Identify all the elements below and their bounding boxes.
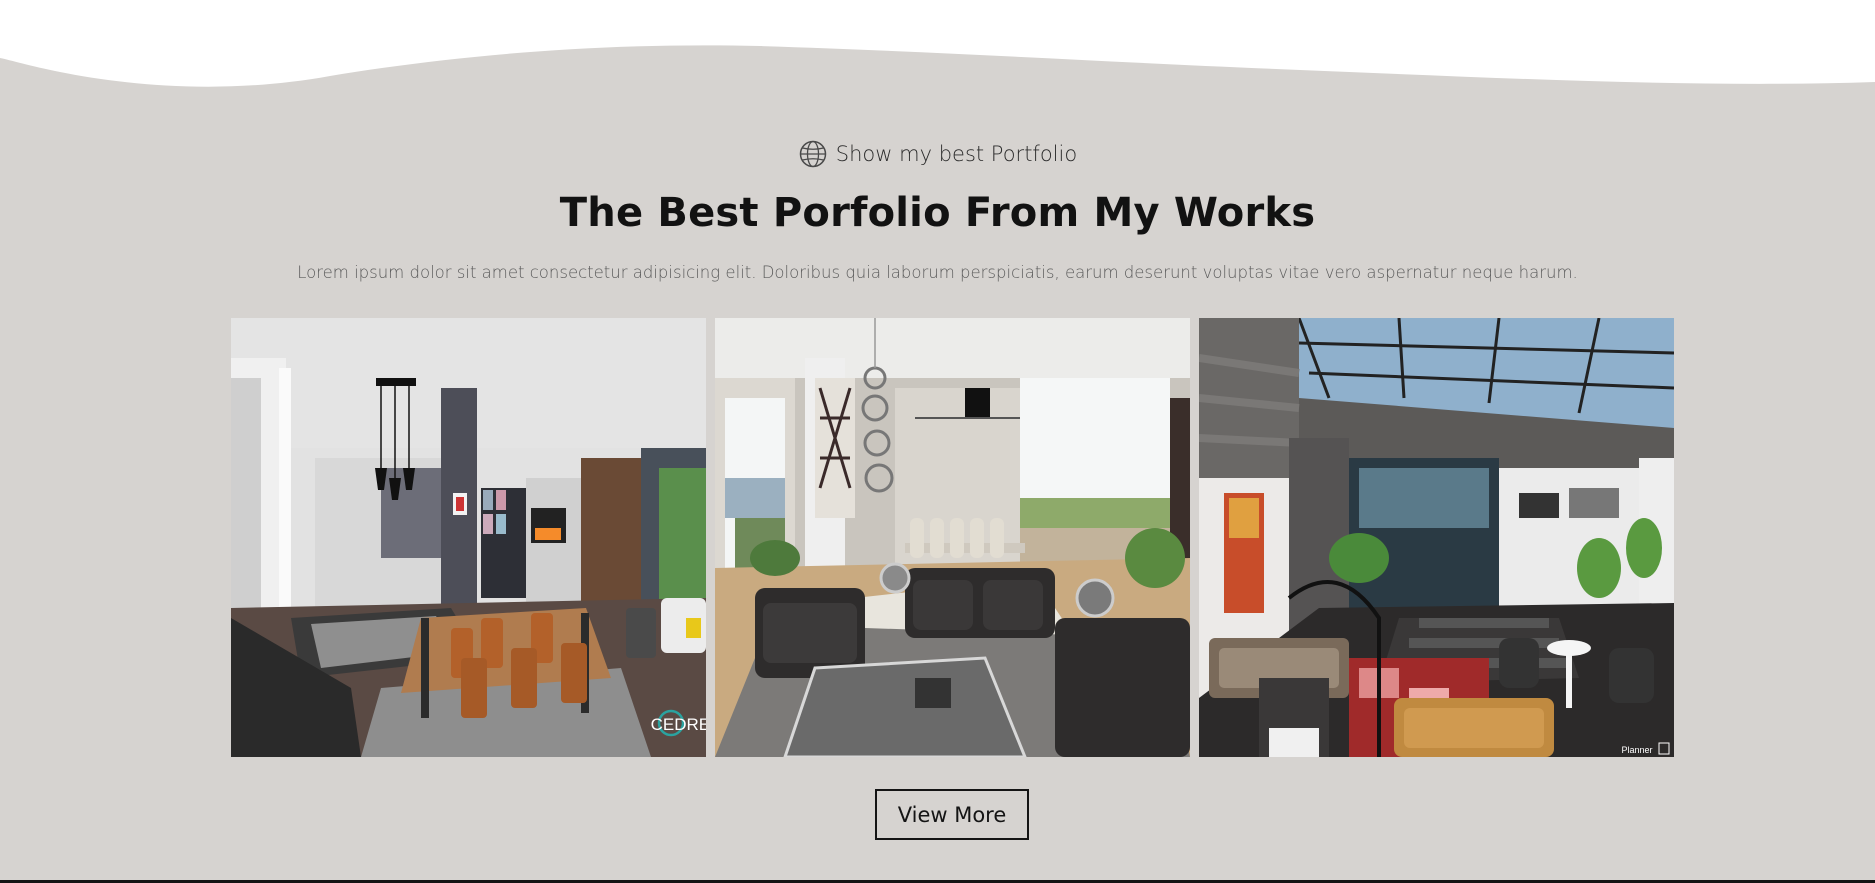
view-more-button[interactable]: View More — [875, 789, 1029, 840]
globe-icon — [798, 139, 828, 169]
portfolio-image-loft: Planner — [1199, 318, 1674, 757]
section-tagline: Show my best Portfolio — [0, 139, 1875, 169]
portfolio-item[interactable] — [715, 318, 1190, 757]
portfolio-item[interactable]: Planner — [1199, 318, 1674, 757]
watermark-text: Planner — [1621, 745, 1652, 755]
section-description: Lorem ipsum dolor sit amet consectetur a… — [297, 263, 1578, 282]
portfolio-gallery: CEDREO — [231, 318, 1674, 757]
tagline-text: Show my best Portfolio — [835, 142, 1078, 166]
watermark-text: CEDREO — [651, 715, 706, 734]
portfolio-item[interactable]: CEDREO — [231, 318, 706, 757]
wave-divider — [0, 0, 1875, 120]
portfolio-section: Show my best Portfolio The Best Porfolio… — [0, 0, 1875, 883]
portfolio-image-dining-room: CEDREO — [231, 318, 706, 757]
section-title: The Best Porfolio From My Works — [559, 190, 1316, 236]
portfolio-image-living-room — [715, 318, 1190, 757]
